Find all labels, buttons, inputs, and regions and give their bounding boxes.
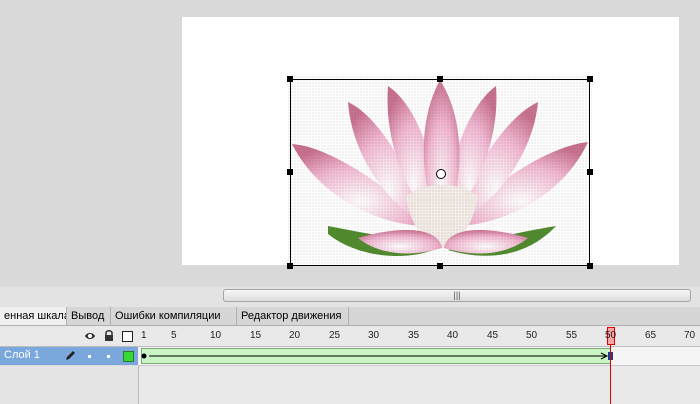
ruler-frame-label: 45 bbox=[487, 330, 499, 341]
scrollbar-thumb[interactable]: ||| bbox=[223, 289, 691, 302]
timeline-header: 1 5 10 15 20 25 30 35 40 45 50 55 65 70 bbox=[0, 326, 700, 347]
ruler-frame-label: 40 bbox=[447, 330, 459, 341]
layer-name: Слой 1 bbox=[4, 349, 40, 361]
layer-color-swatch-icon[interactable] bbox=[123, 351, 134, 362]
ruler-frame-label: 5 bbox=[171, 330, 177, 341]
ruler-frame-label: 50 bbox=[526, 330, 538, 341]
ruler-frame-label: 35 bbox=[408, 330, 420, 341]
layers-panel-empty-area bbox=[0, 366, 139, 404]
current-frame-label: 50 bbox=[605, 330, 617, 341]
ruler-frame-label: 15 bbox=[250, 330, 262, 341]
transform-handle-top-center[interactable] bbox=[437, 76, 443, 82]
ruler-frame-label: 25 bbox=[329, 330, 341, 341]
panel-tabs: енная шкала Вывод Ошибки компиляции Реда… bbox=[0, 307, 700, 326]
ruler-frame-label: 30 bbox=[368, 330, 380, 341]
tween-arrow-icon bbox=[141, 352, 613, 360]
transform-handle-middle-left[interactable] bbox=[287, 169, 293, 175]
transform-handle-bottom-left[interactable] bbox=[287, 263, 293, 269]
stage-area bbox=[0, 0, 700, 287]
ruler-frame-label: 10 bbox=[210, 330, 222, 341]
playhead-line bbox=[610, 345, 611, 404]
tab-timeline[interactable]: енная шкала bbox=[0, 307, 67, 325]
lock-icon[interactable] bbox=[104, 330, 114, 342]
transform-handle-bottom-center[interactable] bbox=[437, 263, 443, 269]
scrollbar-grip-icon: ||| bbox=[453, 290, 461, 300]
eye-icon[interactable] bbox=[84, 331, 96, 341]
tab-motion-editor[interactable]: Редактор движения bbox=[237, 307, 349, 325]
lock-dot-icon[interactable] bbox=[107, 355, 110, 358]
layer-row[interactable]: Слой 1 bbox=[0, 347, 138, 365]
transform-handle-top-right[interactable] bbox=[587, 76, 593, 82]
tab-output[interactable]: Вывод bbox=[67, 307, 111, 325]
ruler-frame-label: 55 bbox=[566, 330, 578, 341]
outline-toggle-icon[interactable] bbox=[122, 331, 133, 342]
ruler-frame-label: 20 bbox=[289, 330, 301, 341]
pencil-icon bbox=[66, 351, 75, 360]
transform-pivot-point[interactable] bbox=[436, 169, 446, 179]
transform-handle-top-left[interactable] bbox=[287, 76, 293, 82]
ruler-frame-label: 70 bbox=[684, 330, 696, 341]
transform-handle-middle-right[interactable] bbox=[587, 169, 593, 175]
tab-compiler-errors[interactable]: Ошибки компиляции bbox=[111, 307, 237, 325]
ruler-frame-label: 1 bbox=[141, 330, 147, 341]
visibility-dot-icon[interactable] bbox=[88, 355, 91, 358]
ruler-frame-label: 65 bbox=[645, 330, 657, 341]
transform-handle-bottom-right[interactable] bbox=[587, 263, 593, 269]
